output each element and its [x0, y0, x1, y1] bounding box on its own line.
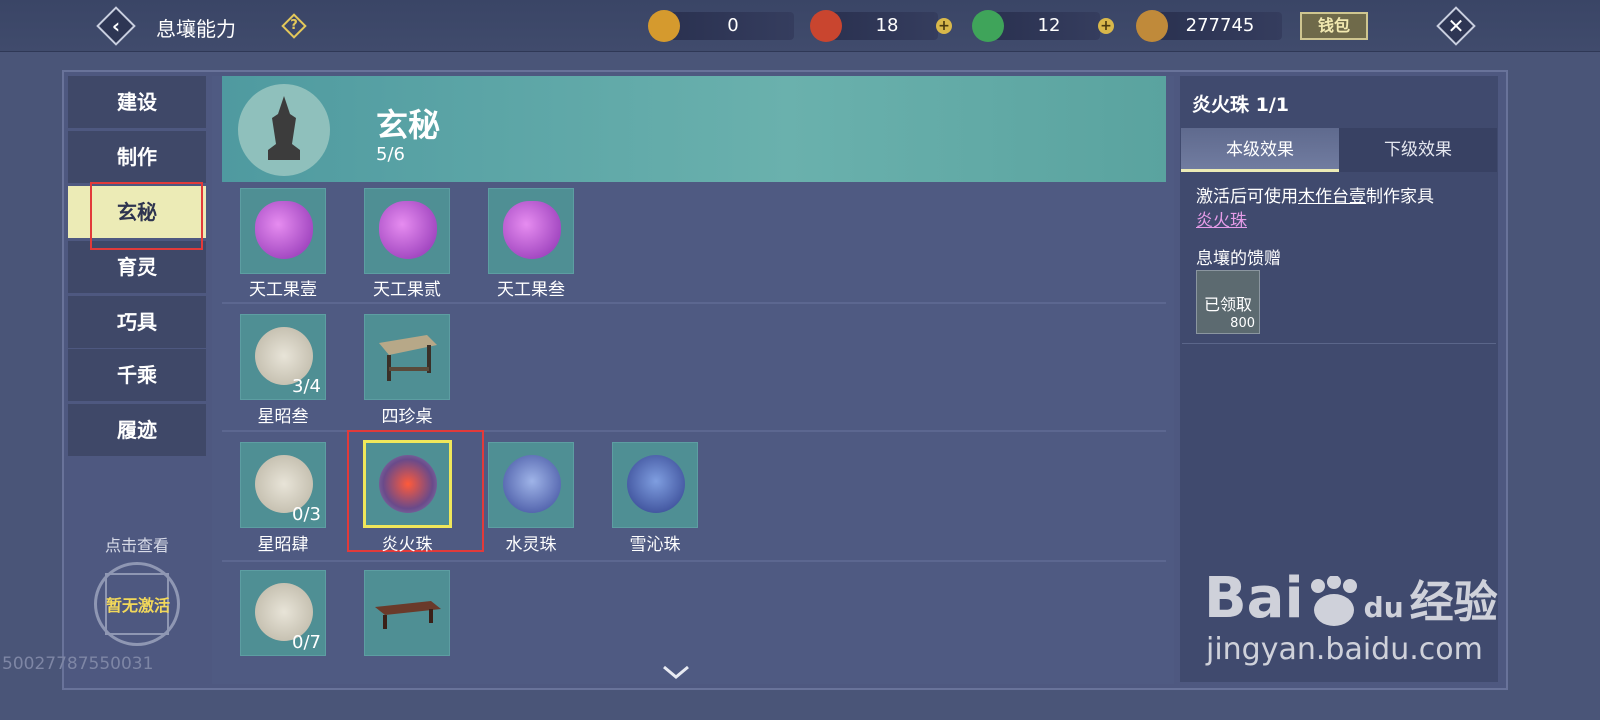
back-icon: ‹ — [111, 14, 121, 38]
currency-value: 277745 — [1185, 15, 1255, 36]
category-sidebar: 建设 制作 玄秘 育灵 巧具 千乘 履迹 — [68, 76, 206, 456]
sidebar-item-tools[interactable]: 巧具 — [68, 296, 206, 348]
green-jade-icon — [972, 10, 1004, 42]
copper-coin-icon — [1136, 10, 1168, 42]
scroll-down-icon[interactable] — [662, 664, 690, 680]
item-label: 四珍桌 — [381, 407, 433, 427]
item-tile[interactable] — [488, 188, 574, 274]
item-tile[interactable] — [364, 314, 450, 400]
workbench-link[interactable]: 木作台壹 — [1298, 187, 1366, 207]
item-label: 炎火珠 — [381, 535, 433, 555]
item-tile[interactable]: 3/4 — [240, 314, 326, 400]
item-tile[interactable] — [612, 442, 698, 528]
sidebar-item-build[interactable]: 建设 — [68, 76, 206, 128]
category-title: 玄秘 — [376, 106, 441, 144]
table-icon — [379, 335, 437, 381]
red-jade-icon — [810, 10, 842, 42]
item-count: 0/7 — [292, 632, 321, 653]
purple-gem-icon — [503, 201, 561, 259]
item-label: 雪沁珠 — [629, 535, 681, 555]
highlight-box-sidebar — [90, 182, 203, 250]
water-orb-icon — [503, 455, 561, 513]
item-tile[interactable]: 0/3 — [240, 442, 326, 528]
gift-title: 息壤的馈赠 — [1196, 249, 1281, 269]
item-label: 星昭叁 — [257, 407, 309, 427]
item-label: 天工果贰 — [373, 280, 441, 300]
currency-value: 12 — [1037, 15, 1061, 36]
page-title: 息壤能力 — [156, 17, 236, 41]
item-tile[interactable] — [364, 570, 450, 656]
snow-orb-icon — [627, 455, 685, 513]
low-table-icon — [375, 601, 441, 629]
tab-next-effect[interactable]: 下级效果 — [1339, 128, 1497, 172]
effect-description: 激活后可使用木作台壹制作家具 — [1196, 182, 1434, 207]
help-button[interactable]: ? — [281, 13, 307, 39]
item-label: 天工果壹 — [249, 280, 317, 300]
detail-title: 炎火珠 1/1 — [1192, 94, 1289, 116]
reward-amount: 800 — [1230, 316, 1255, 331]
item-tile[interactable]: 0/7 — [240, 570, 326, 656]
gold-token-icon — [648, 10, 680, 42]
currency-value: 0 — [727, 15, 739, 36]
add-green-jade-button[interactable]: + — [1098, 18, 1114, 34]
purple-gem-icon — [255, 201, 313, 259]
item-label: 天工果叁 — [497, 280, 565, 300]
item-label: 星昭肆 — [257, 535, 309, 555]
item-count: 3/4 — [292, 376, 321, 397]
back-button[interactable]: ‹ — [96, 6, 136, 46]
watermark-logo: Bai du 经验 — [1204, 566, 1498, 631]
reward-item[interactable]: 已领取 800 — [1196, 270, 1260, 334]
close-button[interactable]: ✕ — [1436, 6, 1476, 46]
sidebar-item-trace[interactable]: 履迹 — [68, 404, 206, 456]
close-icon: ✕ — [1447, 14, 1465, 38]
purple-gem-icon — [379, 201, 437, 259]
desc-suffix: 制作家具 — [1366, 187, 1434, 207]
item-tile[interactable] — [364, 188, 450, 274]
incense-burner-icon — [238, 84, 330, 176]
seal-status: 暂无激活 — [105, 596, 170, 615]
item-count: 0/3 — [292, 504, 321, 525]
wallet-button[interactable]: 钱包 — [1300, 12, 1368, 40]
watermark-url: jingyan.baidu.com — [1206, 632, 1483, 667]
add-red-jade-button[interactable]: + — [936, 18, 952, 34]
currency-red-jade: 18 + — [810, 10, 960, 42]
desc-prefix: 激活后可使用 — [1196, 187, 1298, 207]
currency-copper-coin: 277745 — [1136, 10, 1286, 42]
currency-gold-token: 0 — [648, 10, 798, 42]
question-icon: ? — [290, 18, 298, 33]
currency-green-jade: 12 + — [972, 10, 1122, 42]
item-tile[interactable] — [240, 188, 326, 274]
sidebar-item-craft[interactable]: 制作 — [68, 131, 206, 183]
divider — [1182, 343, 1496, 344]
view-hint: 点击查看 — [104, 536, 169, 555]
category-progress: 5/6 — [376, 144, 405, 165]
paw-icon — [1304, 574, 1364, 628]
reward-status: 已领取 — [1203, 295, 1252, 314]
currency-value: 18 — [875, 15, 899, 36]
item-link[interactable]: 炎火珠 — [1196, 206, 1247, 231]
tab-current-effect[interactable]: 本级效果 — [1181, 128, 1339, 172]
item-tile[interactable] — [488, 442, 574, 528]
sidebar-item-vehicle[interactable]: 千乘 — [68, 349, 206, 401]
user-id: 50027787550031 — [2, 654, 154, 674]
item-label: 水灵珠 — [505, 535, 557, 555]
category-banner — [222, 76, 1166, 182]
